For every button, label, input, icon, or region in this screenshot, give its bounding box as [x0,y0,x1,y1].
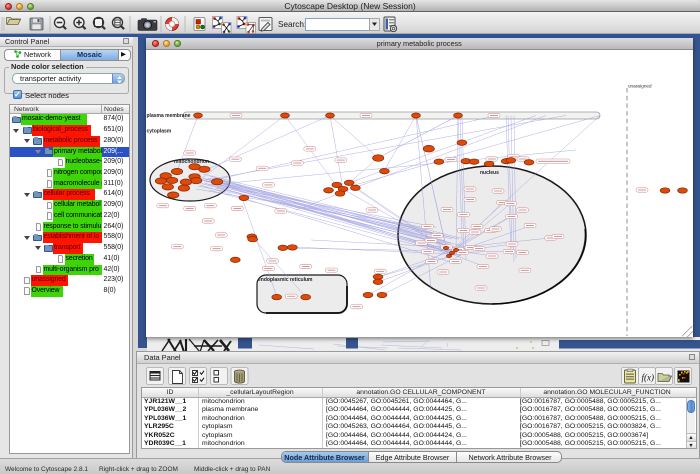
svg-text:cytoplasm: cytoplasm [147,129,172,135]
svg-text:plasma membrane: plasma membrane [147,113,191,119]
svg-text:f(x): f(x) [642,372,655,382]
svg-text:nucleus: nucleus [480,170,499,176]
svg-text:unassigned: unassigned [628,84,652,89]
svg-text:endoplasmic reticulum: endoplasmic reticulum [258,277,313,283]
svg-text:Search:: Search: [278,20,306,29]
